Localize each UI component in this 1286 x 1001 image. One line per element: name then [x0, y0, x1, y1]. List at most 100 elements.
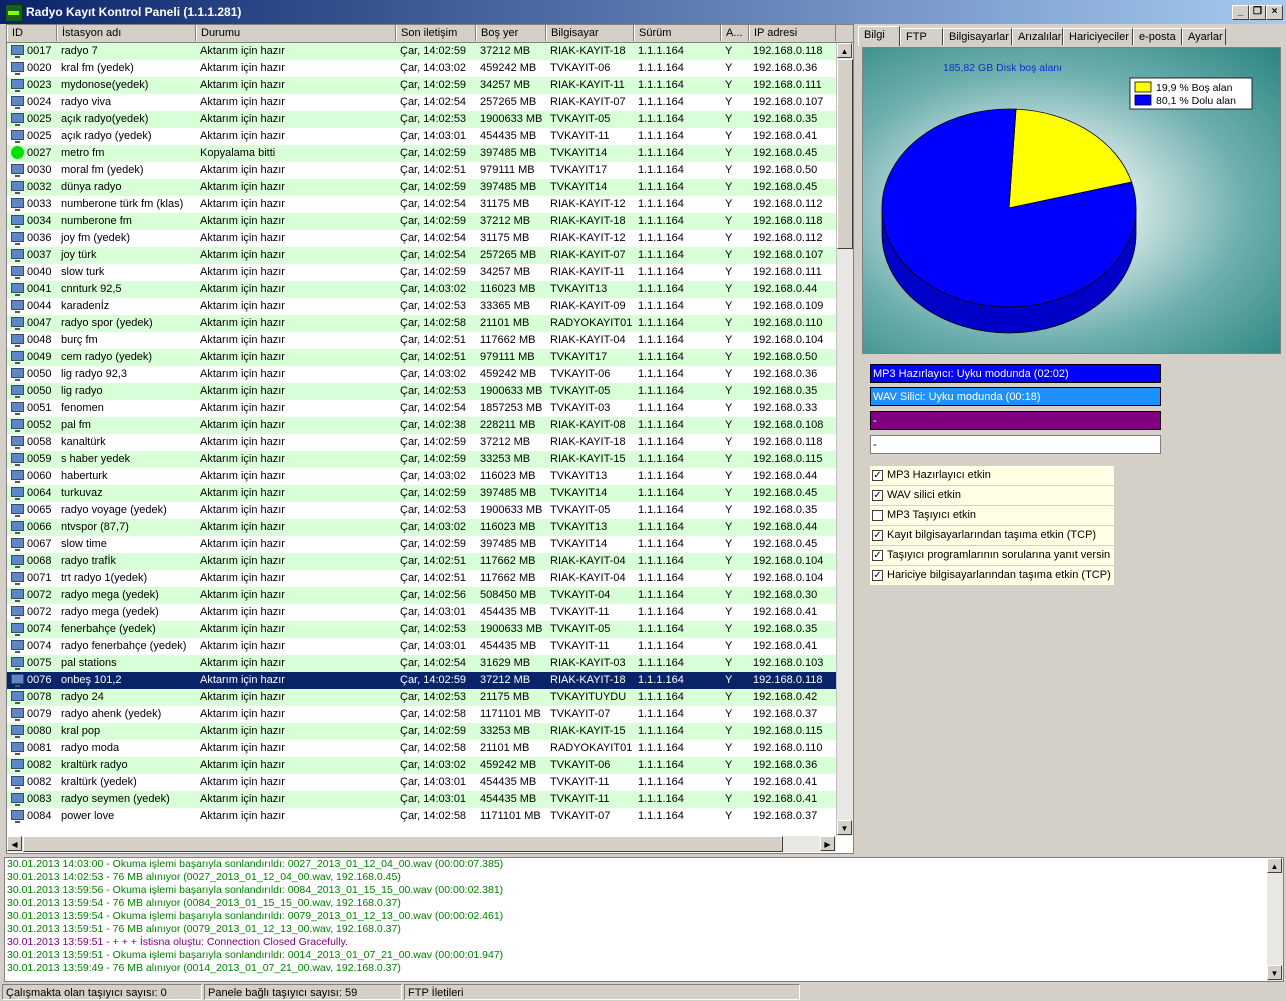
cell-pc: TVKAYIT-05	[550, 113, 611, 125]
table-row[interactable]: 0041 cnnturk 92,5 Aktarım için hazır Çar, 1…	[7, 281, 836, 298]
table-row[interactable]: 0079 radyo ahenk (yedek) Aktarım için hazı…	[7, 706, 836, 723]
close-button[interactable]: ×	[1266, 5, 1283, 20]
column-header[interactable]: A...	[721, 25, 749, 41]
option-checkbox[interactable]: MP3 Taşıyıcı etkin	[870, 506, 1114, 525]
scroll-down-button[interactable]: ▼	[837, 820, 852, 835]
table-row[interactable]: 0047 radyo spor (yedek) Aktarım için hazır…	[7, 315, 836, 332]
table-row[interactable]: 0049 cem radyo (yedek) Aktarım için hazır Ç…	[7, 349, 836, 366]
table-row[interactable]: 0084 power love Aktarım için hazır Çar, 14:…	[7, 808, 836, 825]
tab-6[interactable]: Ayarlar	[1182, 28, 1226, 45]
checkbox-checked-icon[interactable]: ✓	[872, 530, 883, 541]
table-row[interactable]: 0017 radyo 7 Aktarım için hazır Çar, 14:02:…	[7, 43, 836, 60]
table-row[interactable]: 0052 pal fm Aktarım için hazır Çar, 14:02:3…	[7, 417, 836, 434]
cell-a: Y	[725, 79, 733, 91]
column-header[interactable]: Son iletişim	[396, 25, 476, 41]
option-checkbox[interactable]: ✓ Taşıyıcı programlarının sorularına yanı…	[870, 546, 1114, 565]
table-row[interactable]: 0025 açık radyo(yedek) Aktarım için hazır Ç…	[7, 111, 836, 128]
checkbox-empty-icon[interactable]	[872, 510, 883, 521]
hscroll-thumb[interactable]	[23, 836, 783, 852]
table-row[interactable]: 0024 radyo viva Aktarım için hazır Çar, 14:…	[7, 94, 836, 111]
table-row[interactable]: 0059 s haber yedek Aktarım için hazır Çar, …	[7, 451, 836, 468]
table-row[interactable]: 0076 onbeş 101,2 Aktarım için hazır Çar, 14…	[7, 672, 836, 689]
column-header[interactable]: Sürüm	[634, 25, 721, 41]
tab-3[interactable]: Arızalılar	[1012, 28, 1063, 45]
cell-name: radyo viva	[61, 96, 112, 108]
column-header[interactable]: Bilgisayar	[546, 25, 634, 41]
table-row[interactable]: 0032 dünya radyo Aktarım için hazır Çar, 14…	[7, 179, 836, 196]
tab-4[interactable]: Hariciyeciler	[1063, 28, 1133, 45]
grid-horizontal-scrollbar[interactable]: ◀ ▶	[7, 836, 836, 852]
table-row[interactable]: 0034 numberone fm Aktarım için hazır Çar, 1…	[7, 213, 836, 230]
column-header[interactable]: Boş yer	[476, 25, 546, 41]
table-row[interactable]: 0081 radyo moda Aktarım için hazır Çar, 14:…	[7, 740, 836, 757]
table-row[interactable]: 0075 pal stations Aktarım için hazır Çar, 1…	[7, 655, 836, 672]
scroll-left-button[interactable]: ◀	[7, 836, 22, 851]
table-row[interactable]: 0027 metro fm Kopyalama bitti Çar, 14:02:59…	[7, 145, 836, 162]
grid-vertical-scrollbar[interactable]: ▲ ▼	[836, 43, 853, 836]
cell-status: Aktarım için hazır	[200, 504, 285, 516]
table-row[interactable]: 0060 haberturk Aktarım için hazır Çar, 14:0…	[7, 468, 836, 485]
checkbox-checked-icon[interactable]: ✓	[872, 490, 883, 501]
checkbox-checked-icon[interactable]: ✓	[872, 550, 883, 561]
option-checkbox[interactable]: ✓ Hariciye bilgisayarlarından taşıma etki…	[870, 566, 1114, 585]
column-header[interactable]: Durumu	[196, 25, 396, 41]
table-row[interactable]: 0058 kanaltürk Aktarım için hazır Çar, 14:0…	[7, 434, 836, 451]
tab-1[interactable]: FTP	[900, 28, 943, 45]
log-scroll-up-button[interactable]: ▲	[1267, 858, 1282, 873]
table-row[interactable]: 0080 kral pop Aktarım için hazır Çar, 14:02…	[7, 723, 836, 740]
table-row[interactable]: 0044 karadenİz Aktarım için hazır Çar, 14:0…	[7, 298, 836, 315]
minimize-button[interactable]: _	[1232, 5, 1249, 20]
scroll-thumb[interactable]	[837, 59, 853, 249]
table-row[interactable]: 0072 radyo mega (yedek) Aktarım için hazır…	[7, 604, 836, 621]
table-row[interactable]: 0082 kraltürk (yedek) Aktarım için hazır Ça…	[7, 774, 836, 791]
table-row[interactable]: 0050 lig radyo Aktarım için hazır Çar, 14:0…	[7, 383, 836, 400]
table-row[interactable]: 0040 slow turk Aktarım için hazır Çar, 14:0…	[7, 264, 836, 281]
table-row[interactable]: 0048 burç fm Aktarım için hazır Çar, 14:02:…	[7, 332, 836, 349]
option-checkbox[interactable]: ✓ MP3 Hazırlayıcı etkin	[870, 466, 1114, 485]
option-checkbox[interactable]: ✓ WAV silici etkin	[870, 486, 1114, 505]
cell-free: 1171101 MB	[480, 810, 541, 822]
log-panel[interactable]: 30.01.2013 14:03:00 - Okuma işlemi başar…	[4, 857, 1284, 982]
scroll-up-button[interactable]: ▲	[837, 43, 852, 58]
column-header[interactable]: ID	[7, 25, 57, 41]
checkbox-checked-icon[interactable]: ✓	[872, 570, 883, 581]
table-row[interactable]: 0036 joy fm (yedek) Aktarım için hazır Çar,…	[7, 230, 836, 247]
table-row[interactable]: 0020 kral fm (yedek) Aktarım için hazır Çar…	[7, 60, 836, 77]
table-row[interactable]: 0033 numberone türk fm (klas) Aktarım için…	[7, 196, 836, 213]
table-row[interactable]: 0071 trt radyo 1(yedek) Aktarım için hazır…	[7, 570, 836, 587]
table-row[interactable]: 0072 radyo mega (yedek) Aktarım için hazır…	[7, 587, 836, 604]
table-row[interactable]: 0025 açık radyo (yedek) Aktarım için hazır…	[7, 128, 836, 145]
table-row[interactable]: 0067 slow time Aktarım için hazır Çar, 14:0…	[7, 536, 836, 553]
table-row[interactable]: 0065 radyo voyage (yedek) Aktarım için haz…	[7, 502, 836, 519]
table-row[interactable]: 0037 joy türk Aktarım için hazır Çar, 14:02…	[7, 247, 836, 264]
table-row[interactable]: 0078 radyo 24 Aktarım için hazır Çar, 14:02…	[7, 689, 836, 706]
table-row[interactable]: 0083 radyo seymen (yedek) Aktarım için haz…	[7, 791, 836, 808]
column-header[interactable]: IP adresi	[749, 25, 836, 41]
column-header[interactable]: İstasyon adı	[57, 25, 196, 41]
cell-pc: RADYOKAYIT01	[550, 742, 633, 754]
tab-5[interactable]: e-posta	[1133, 28, 1182, 45]
table-row[interactable]: 0068 radyo trafİk Aktarım için hazır Çar, 1…	[7, 553, 836, 570]
table-row[interactable]: 0082 kraltürk radyo Aktarım için hazır Çar,…	[7, 757, 836, 774]
scroll-right-button[interactable]: ▶	[820, 836, 835, 851]
title-bar[interactable]: Radyo Kayıt Kontrol Paneli (1.1.1.281) _…	[0, 0, 1286, 24]
option-checkbox[interactable]: ✓ Kayıt bilgisayarlarından taşıma etkin (…	[870, 526, 1114, 545]
checkbox-checked-icon[interactable]: ✓	[872, 470, 883, 481]
tab-2[interactable]: Bilgisayarlar	[943, 28, 1012, 45]
station-grid[interactable]: ID İstasyon adı Durumu Son iletişim Boş yer B…	[6, 24, 854, 854]
log-scroll-down-button[interactable]: ▼	[1267, 965, 1282, 980]
table-row[interactable]: 0074 fenerbahçe (yedek) Aktarım için hazır…	[7, 621, 836, 638]
table-row[interactable]: 0051 fenomen Aktarım için hazır Çar, 14:02:…	[7, 400, 836, 417]
tab-0[interactable]: Bilgi	[858, 26, 900, 46]
cell-id: 0025	[27, 130, 52, 142]
table-row[interactable]: 0030 moral fm (yedek) Aktarım için hazır Ça…	[7, 162, 836, 179]
table-row[interactable]: 0066 ntvspor (87,7) Aktarım için hazır Çar,…	[7, 519, 836, 536]
table-row[interactable]: 0023 mydonose(yedek) Aktarım için hazır Çar…	[7, 77, 836, 94]
table-row[interactable]: 0074 radyo fenerbahçe (yedek) Aktarım için…	[7, 638, 836, 655]
cell-last: Çar, 14:02:59	[400, 453, 467, 465]
log-scrollbar[interactable]: ▲ ▼	[1267, 858, 1283, 981]
table-row[interactable]: 0064 turkuvaz Aktarım için hazır Çar, 14:02…	[7, 485, 836, 502]
restore-button[interactable]: ❐	[1249, 5, 1266, 20]
grid-rows: 0017 radyo 7 Aktarım için hazır Çar, 14:02:…	[7, 43, 836, 825]
table-row[interactable]: 0050 lig radyo 92,3 Aktarım için hazır Çar,…	[7, 366, 836, 383]
